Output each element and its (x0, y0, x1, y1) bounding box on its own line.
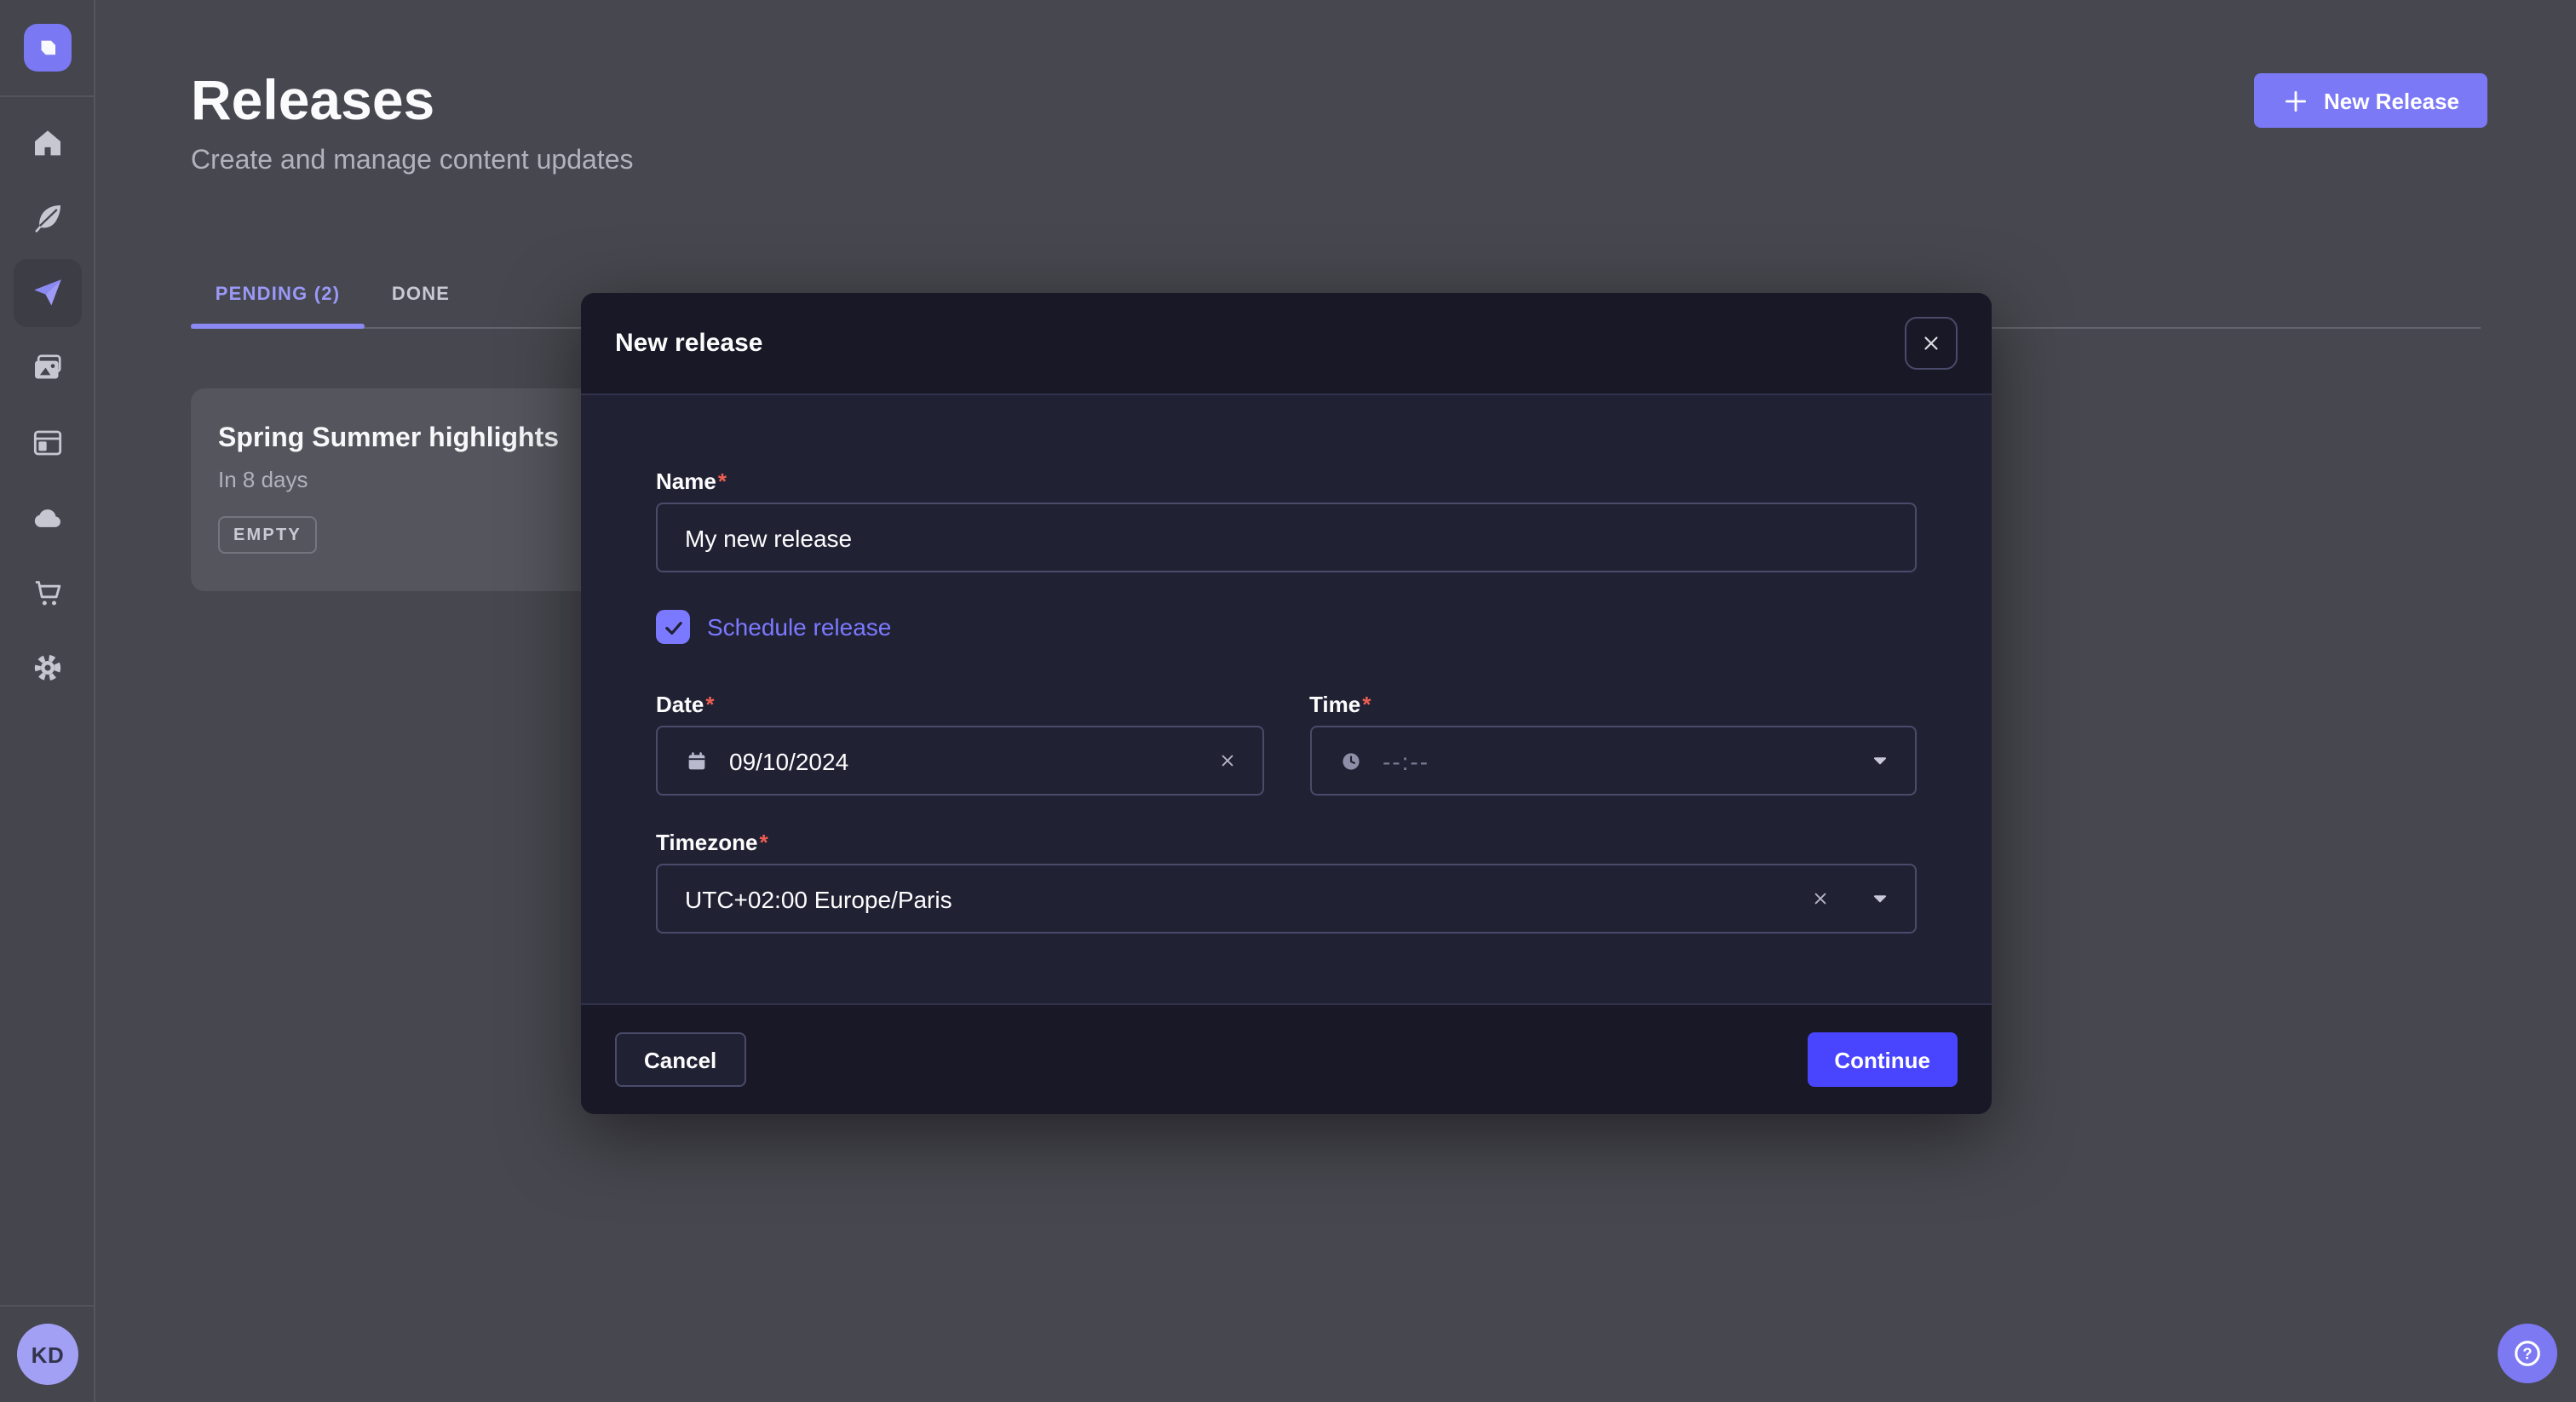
name-label-text: Name (656, 468, 716, 494)
date-label: Date* (656, 692, 1263, 719)
time-label-text: Time (1309, 692, 1360, 717)
required-asterisk: * (759, 830, 768, 855)
clear-icon[interactable] (1809, 888, 1831, 910)
modal-body: Name* Schedule release Date* (581, 395, 1992, 934)
chevron-down-icon[interactable] (1869, 750, 1891, 772)
time-label: Time* (1309, 692, 1917, 719)
time-placeholder: --:-- (1383, 747, 1429, 774)
date-value: 09/10/2024 (729, 747, 848, 774)
strapi-logo-glyph (32, 32, 63, 63)
new-release-button[interactable]: New Release (2254, 73, 2487, 128)
required-asterisk: * (718, 468, 727, 494)
sidebar-item-content-manager[interactable] (14, 409, 82, 477)
help-button[interactable]: ? (2498, 1324, 2557, 1383)
tab-bar: PENDING (2) DONE (191, 266, 477, 324)
sidebar-divider-bottom (0, 1305, 95, 1307)
avatar[interactable]: KD (17, 1324, 78, 1385)
plus-icon (2281, 86, 2310, 115)
timezone-value: UTC+02:00 Europe/Paris (685, 885, 952, 912)
timezone-field-group: Timezone* UTC+02:00 Europe/Paris (656, 830, 1917, 934)
active-tab-underline (191, 324, 365, 329)
cloud-icon (31, 501, 65, 535)
name-field-group: Name* (656, 468, 1917, 572)
schedule-release-checkbox[interactable] (656, 610, 690, 644)
app-root: KD Releases Create and manage content up… (0, 0, 2576, 1402)
svg-text:?: ? (2522, 1344, 2532, 1362)
modal-title: New release (615, 329, 762, 358)
date-label-text: Date (656, 692, 704, 717)
close-icon (1920, 332, 1942, 354)
cancel-button[interactable]: Cancel (615, 1032, 745, 1087)
layout-panel-icon (31, 426, 65, 460)
sidebar: KD (0, 0, 95, 1402)
new-release-modal: New release Name* Schedule (581, 293, 1992, 1114)
date-time-row: Date* 09/10/2024 (656, 692, 1917, 796)
date-field-group: Date* 09/10/2024 (656, 692, 1263, 796)
sidebar-item-content[interactable] (14, 184, 82, 252)
timezone-label-text: Timezone (656, 830, 757, 855)
modal-header: New release (581, 293, 1992, 395)
shopping-cart-icon (31, 576, 65, 610)
name-input[interactable] (656, 503, 1917, 572)
home-icon (31, 126, 65, 160)
page-subtitle: Create and manage content updates (191, 147, 634, 177)
sidebar-divider-top (0, 95, 95, 97)
required-asterisk: * (1362, 692, 1371, 717)
new-release-button-label: New Release (2324, 88, 2459, 113)
time-field-group: Time* --:-- (1309, 692, 1917, 796)
clock-icon (1338, 749, 1362, 773)
tab-pending[interactable]: PENDING (2) (191, 266, 365, 324)
sidebar-item-deploy[interactable] (14, 484, 82, 552)
sidebar-item-settings[interactable] (14, 634, 82, 702)
schedule-release-row: Schedule release (656, 610, 1917, 644)
name-label: Name* (656, 468, 1917, 496)
timezone-select[interactable]: UTC+02:00 Europe/Paris (656, 864, 1917, 934)
calendar-icon (685, 749, 709, 773)
page-title: Releases (191, 68, 434, 133)
sidebar-item-releases[interactable] (14, 259, 82, 327)
timezone-label: Timezone* (656, 830, 1917, 857)
release-card-status-badge: EMPTY (218, 516, 317, 554)
tab-done[interactable]: DONE (365, 266, 477, 324)
schedule-release-label[interactable]: Schedule release (707, 613, 891, 641)
gear-icon (31, 651, 65, 685)
close-button[interactable] (1905, 317, 1958, 370)
modal-footer: Cancel Continue (581, 1003, 1992, 1114)
media-images-icon (31, 351, 65, 385)
required-asterisk: * (705, 692, 714, 717)
sidebar-item-marketplace[interactable] (14, 559, 82, 627)
checkmark-icon (662, 616, 684, 638)
feather-icon (31, 201, 65, 235)
question-mark-icon: ? (2510, 1336, 2545, 1371)
time-picker[interactable]: --:-- (1309, 726, 1917, 796)
paper-plane-icon (31, 276, 65, 310)
sidebar-item-media[interactable] (14, 334, 82, 402)
strapi-logo-icon[interactable] (24, 24, 72, 72)
sidebar-item-home[interactable] (14, 109, 82, 177)
clear-icon[interactable] (1216, 750, 1238, 772)
date-picker[interactable]: 09/10/2024 (656, 726, 1263, 796)
chevron-down-icon[interactable] (1869, 888, 1891, 910)
continue-button[interactable]: Continue (1807, 1032, 1958, 1087)
